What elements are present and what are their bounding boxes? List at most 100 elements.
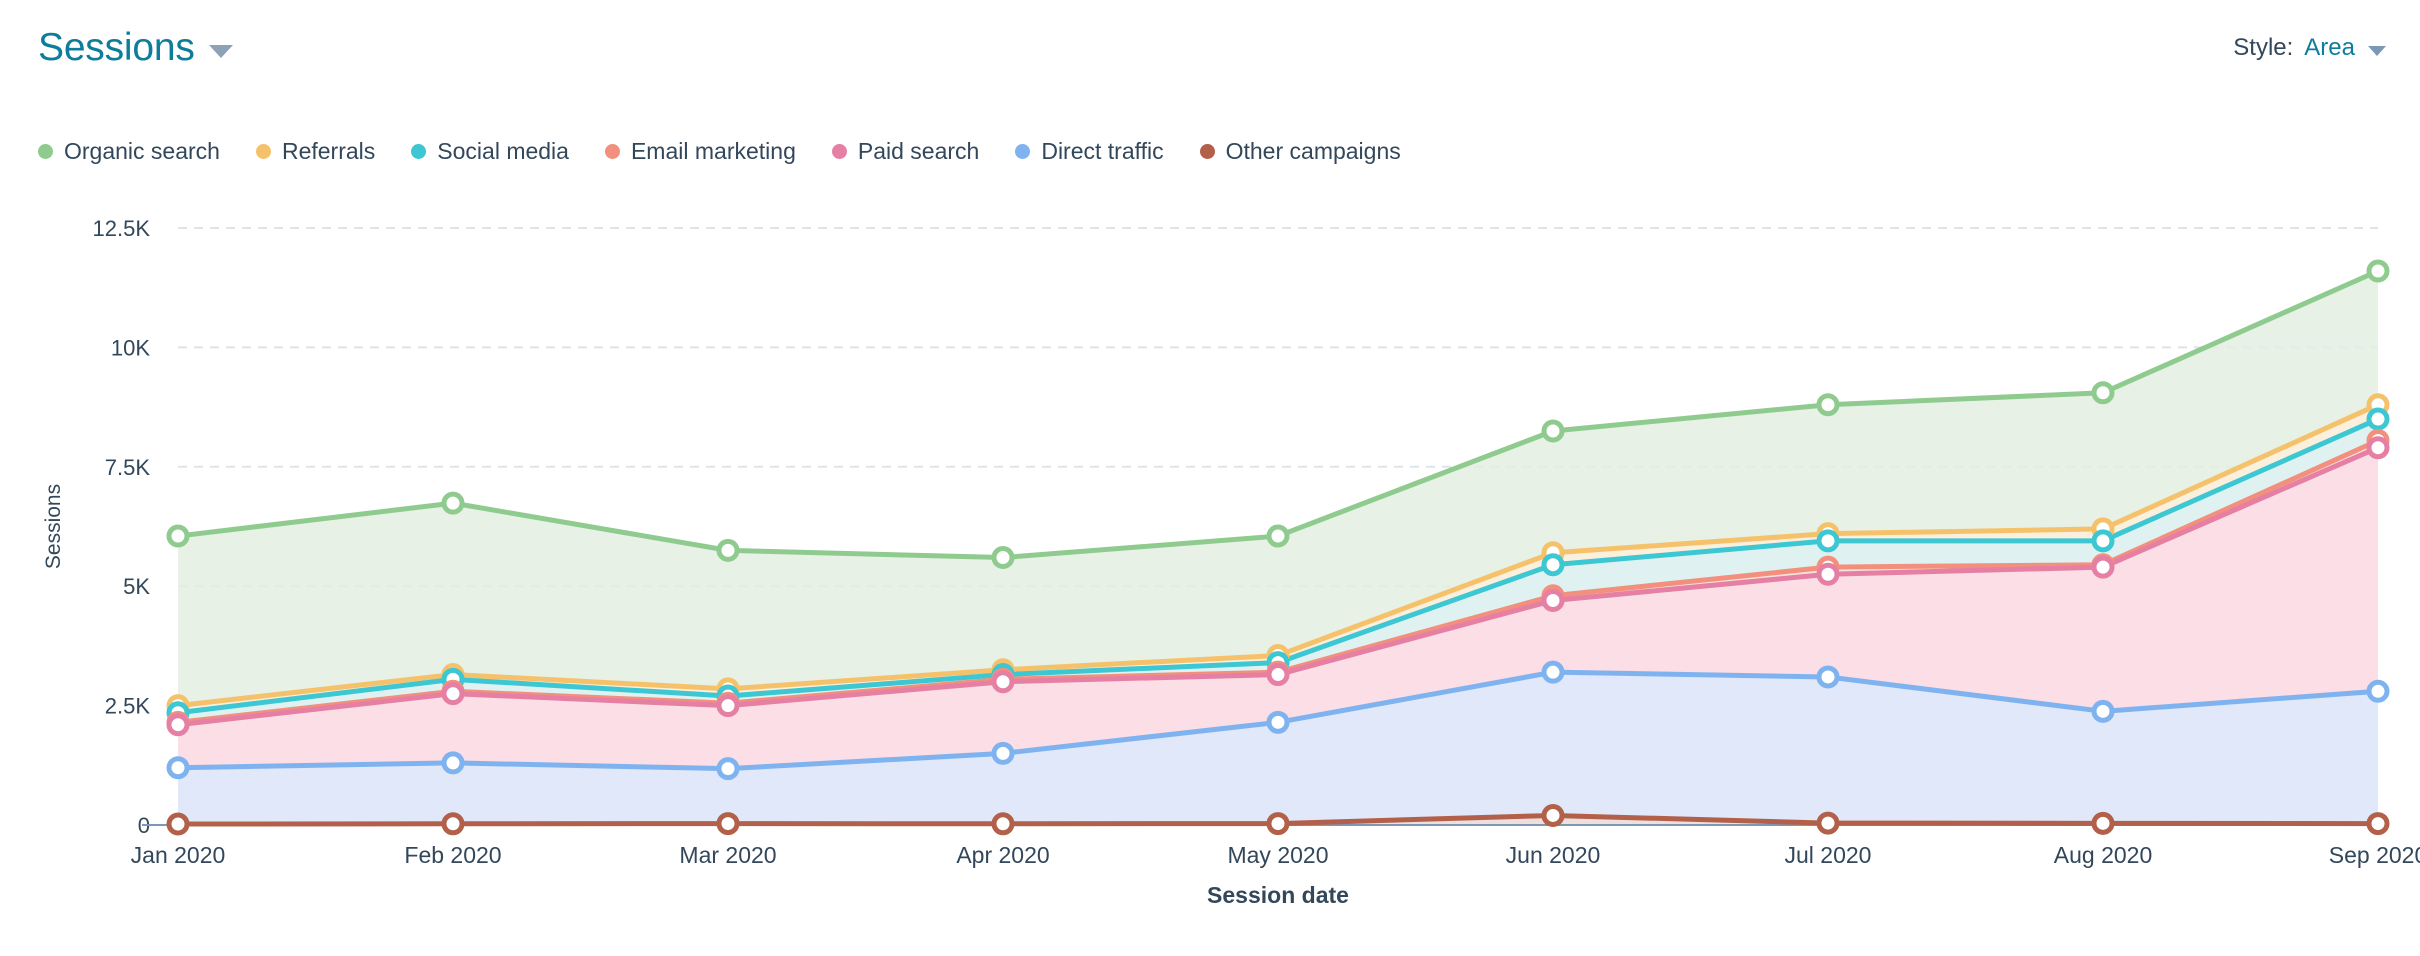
data-point-marker[interactable] <box>1266 710 1290 734</box>
style-selector[interactable]: Style: Area <box>2233 34 2386 62</box>
series-line-other-campaigns <box>175 812 2381 827</box>
chevron-down-icon[interactable] <box>2368 45 2386 56</box>
legend-item[interactable]: Direct traffic <box>1015 138 1164 164</box>
series-line-referrals <box>175 402 2381 709</box>
data-point-marker[interactable] <box>716 538 740 562</box>
data-point-marker[interactable] <box>2366 407 2390 431</box>
data-point-marker[interactable] <box>2366 812 2390 836</box>
legend-item[interactable]: Organic search <box>38 138 220 164</box>
legend-color-swatch-icon <box>831 143 847 159</box>
data-point-marker[interactable] <box>1816 665 1840 689</box>
data-point-marker[interactable] <box>441 667 465 691</box>
data-point-marker[interactable] <box>716 812 740 836</box>
x-axis-tick-label: Aug 2020 <box>2054 842 2152 868</box>
data-point-marker[interactable] <box>166 710 190 734</box>
data-point-marker[interactable] <box>991 546 1015 570</box>
data-point-marker[interactable] <box>1541 589 1565 613</box>
data-point-marker[interactable] <box>1266 643 1290 667</box>
data-point-marker[interactable] <box>2091 553 2115 577</box>
y-axis-tick-label: 10K <box>111 335 150 360</box>
data-point-marker[interactable] <box>441 751 465 775</box>
data-point-marker[interactable] <box>2091 529 2115 553</box>
data-point-marker[interactable] <box>1541 553 1565 577</box>
data-point-marker[interactable] <box>716 677 740 701</box>
data-point-marker[interactable] <box>2366 259 2390 283</box>
data-point-marker[interactable] <box>441 812 465 836</box>
data-point-marker[interactable] <box>1816 811 1840 835</box>
data-point-marker[interactable] <box>166 812 190 836</box>
data-point-marker[interactable] <box>1266 663 1290 687</box>
data-point-marker[interactable] <box>1816 522 1840 546</box>
chart-title-dropdown[interactable]: Sessions <box>38 24 233 72</box>
area-fill-email-marketing <box>178 440 2378 825</box>
data-point-marker[interactable] <box>441 682 465 706</box>
chevron-down-icon[interactable] <box>208 44 233 58</box>
series-line-social-media <box>175 416 2381 716</box>
data-point-marker[interactable] <box>991 667 1015 691</box>
data-point-marker[interactable] <box>1816 393 1840 417</box>
x-axis-tick-label: Apr 2020 <box>956 842 1049 868</box>
y-axis-tick-label: 5K <box>123 574 150 599</box>
data-point-marker[interactable] <box>1541 584 1565 608</box>
data-point-marker[interactable] <box>991 670 1015 694</box>
data-point-marker[interactable] <box>1266 812 1290 836</box>
area-fill-referrals <box>178 404 2378 825</box>
legend-item-label: Referrals <box>281 138 376 164</box>
series-line-email-marketing <box>175 438 2381 725</box>
data-point-marker[interactable] <box>1816 529 1840 553</box>
series-line-organic-search <box>175 268 2381 561</box>
legend-item[interactable]: Other campaigns <box>1199 138 1401 164</box>
data-point-marker[interactable] <box>2091 381 2115 405</box>
y-axis-title: Sessions <box>42 484 65 569</box>
legend-item[interactable]: Social media <box>411 138 569 164</box>
data-point-marker[interactable] <box>2366 436 2390 460</box>
x-axis-title: Session date <box>1207 882 1349 908</box>
data-point-marker[interactable] <box>1816 555 1840 579</box>
data-point-marker[interactable] <box>166 524 190 548</box>
data-point-marker[interactable] <box>2366 393 2390 417</box>
data-point-marker[interactable] <box>166 701 190 725</box>
style-value[interactable]: Area <box>2304 34 2355 62</box>
data-point-marker[interactable] <box>1541 541 1565 565</box>
data-point-marker[interactable] <box>2091 555 2115 579</box>
data-point-marker[interactable] <box>2091 517 2115 541</box>
data-point-marker[interactable] <box>2366 429 2390 453</box>
data-point-marker[interactable] <box>1541 803 1565 827</box>
data-point-marker[interactable] <box>2091 811 2115 835</box>
data-point-marker[interactable] <box>716 691 740 715</box>
data-point-marker[interactable] <box>1541 419 1565 443</box>
legend-item[interactable]: Paid search <box>831 138 979 164</box>
data-point-marker[interactable] <box>1266 651 1290 675</box>
series-line-direct-traffic <box>175 669 2381 772</box>
x-axis-tick-label: Sep 2020 <box>2329 842 2420 868</box>
legend-item[interactable]: Referrals <box>255 138 376 164</box>
data-point-marker[interactable] <box>991 812 1015 836</box>
data-point-marker[interactable] <box>441 679 465 703</box>
y-axis-tick-label: 0 <box>138 813 150 838</box>
data-point-marker[interactable] <box>2091 699 2115 723</box>
data-point-marker[interactable] <box>991 741 1015 765</box>
data-point-marker[interactable] <box>716 757 740 781</box>
legend-item-label: Social media <box>437 138 569 164</box>
data-point-marker[interactable] <box>716 694 740 718</box>
x-axis-tick-label: Jul 2020 <box>1785 842 1872 868</box>
x-axis-tick-label: Feb 2020 <box>404 842 501 868</box>
data-point-marker[interactable] <box>1266 524 1290 548</box>
data-point-marker[interactable] <box>1541 660 1565 684</box>
legend-color-swatch-icon <box>411 143 427 159</box>
data-point-marker[interactable] <box>166 694 190 718</box>
legend-item[interactable]: Email marketing <box>604 138 796 164</box>
data-point-marker[interactable] <box>1266 660 1290 684</box>
data-point-marker[interactable] <box>166 756 190 780</box>
data-point-marker[interactable] <box>716 684 740 708</box>
data-point-marker[interactable] <box>441 663 465 687</box>
data-point-marker[interactable] <box>166 713 190 737</box>
data-point-marker[interactable] <box>991 658 1015 682</box>
chart-legend: Organic search Referrals Social media Email… <box>38 138 1437 164</box>
data-point-marker[interactable] <box>2366 679 2390 703</box>
data-point-marker[interactable] <box>991 663 1015 687</box>
data-point-marker[interactable] <box>1816 562 1840 586</box>
data-point-marker[interactable] <box>441 491 465 515</box>
legend-color-swatch-icon <box>1199 143 1215 159</box>
area-fill-other-campaigns <box>178 815 2378 825</box>
